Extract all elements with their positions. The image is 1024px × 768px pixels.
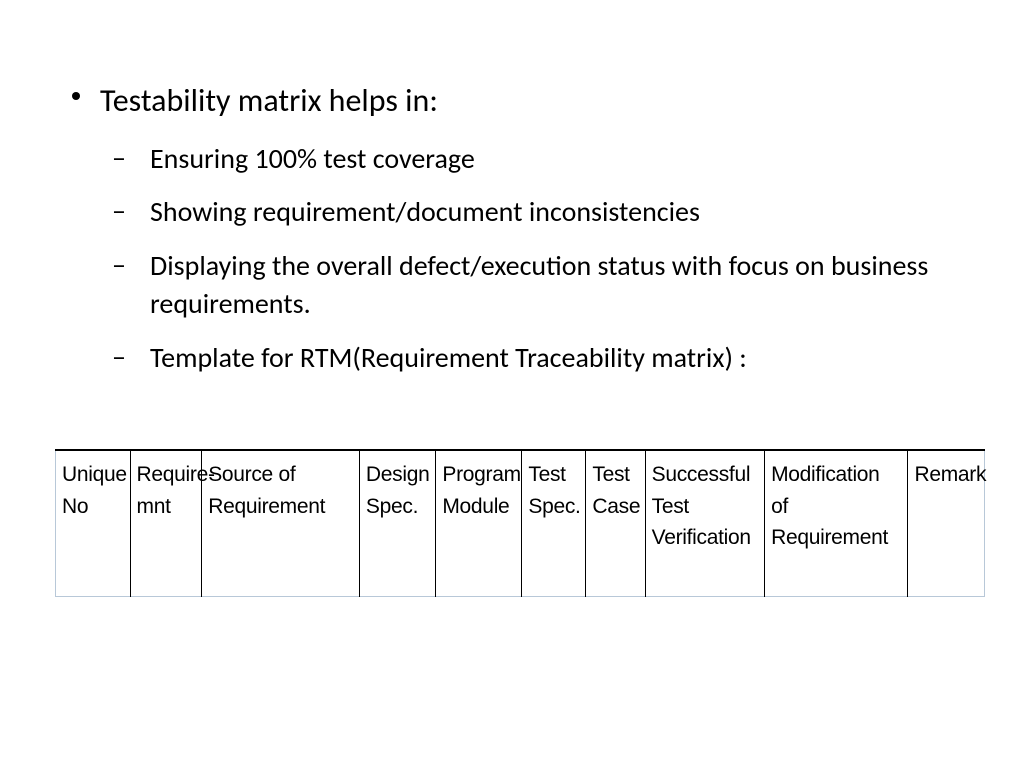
col-program-module: Program Module — [436, 450, 522, 596]
sub-list-item: – Template for RTM(Requirement Traceabil… — [100, 339, 964, 377]
sub-list-item: – Showing requirement/document inconsist… — [100, 193, 964, 231]
dash-icon: – — [112, 247, 126, 282]
rtm-template-table-wrap: Unique No Require-mnt Source of Requirem… — [55, 449, 985, 597]
col-modification: Modification of Requirement — [765, 450, 908, 596]
col-source: Source of Requirement — [202, 450, 360, 596]
dash-icon: – — [112, 339, 126, 374]
rtm-template-table: Unique No Require-mnt Source of Requirem… — [55, 449, 985, 597]
col-test-case: Test Case — [586, 450, 645, 596]
sub-list-item: – Displaying the overall defect/executio… — [100, 247, 964, 323]
main-list-item: Testability matrix helps in: – Ensuring … — [60, 80, 964, 377]
sub-bullet-text: Template for RTM(Requirement Traceabilit… — [150, 339, 964, 377]
col-test-spec: Test Spec. — [522, 450, 586, 596]
main-bullet-list: Testability matrix helps in: – Ensuring … — [60, 80, 964, 377]
sub-list-item: – Ensuring 100% test coverage — [100, 140, 964, 178]
sub-bullet-text: Ensuring 100% test coverage — [150, 140, 964, 178]
dash-icon: – — [112, 193, 126, 228]
col-unique-no: Unique No — [56, 450, 131, 596]
col-verification: Successful Test Verification — [645, 450, 764, 596]
col-design-spec: Design Spec. — [359, 450, 435, 596]
table-header-row: Unique No Require-mnt Source of Requirem… — [56, 450, 985, 596]
col-requirement: Require-mnt — [130, 450, 202, 596]
sub-bullet-text: Displaying the overall defect/execution … — [150, 247, 964, 323]
col-remark: Remark — [908, 450, 985, 596]
bullet-icon — [72, 92, 80, 100]
sub-bullet-list: – Ensuring 100% test coverage – Showing … — [100, 140, 964, 377]
dash-icon: – — [112, 140, 126, 175]
sub-bullet-text: Showing requirement/document inconsisten… — [150, 193, 964, 231]
main-bullet-text: Testability matrix helps in: — [100, 80, 964, 122]
